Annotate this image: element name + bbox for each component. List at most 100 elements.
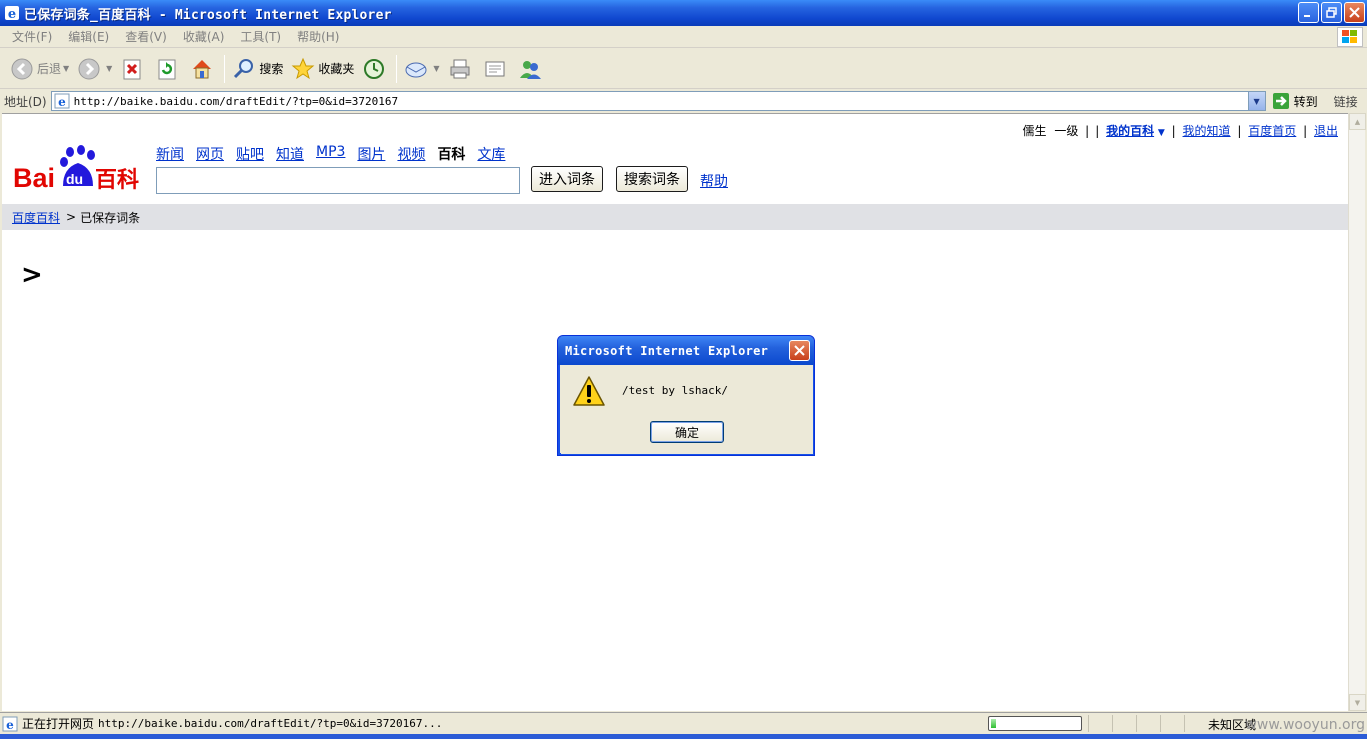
menu-edit[interactable]: 编辑(E) xyxy=(60,28,117,45)
print-button[interactable] xyxy=(444,53,479,85)
links-button[interactable]: 链接 xyxy=(1334,93,1358,110)
minimize-button[interactable] xyxy=(1298,2,1319,23)
edit-page-icon xyxy=(485,61,505,76)
dialog-title: Microsoft Internet Explorer xyxy=(565,343,769,358)
separator: | xyxy=(1095,124,1100,138)
back-arrow-icon xyxy=(11,58,33,79)
user-bar: 儒生 一级 | | 我的百科 ▼ | 我的知道 | 百度首页 | 退出 xyxy=(1022,122,1338,139)
vertical-scrollbar[interactable]: ▲ ▼ xyxy=(1348,113,1366,711)
search-button[interactable]: 搜索 xyxy=(228,53,287,85)
nav-baike-current: 百科 xyxy=(437,147,466,163)
mail-icon xyxy=(405,62,427,77)
nav-web[interactable]: 网页 xyxy=(196,144,224,164)
address-input[interactable]: e http://baike.baidu.com/draftEdit/?tp=0… xyxy=(50,91,1266,111)
restore-button[interactable] xyxy=(1321,2,1342,23)
favorites-button[interactable]: 收藏夹 xyxy=(287,53,358,85)
dialog-ok-button[interactable]: 确定 xyxy=(650,421,724,443)
window-title: 已保存词条_百度百科 - Microsoft Internet Explorer xyxy=(24,7,392,23)
nav-video[interactable]: 视频 xyxy=(397,144,425,164)
mail-dropdown-icon[interactable]: ▼ xyxy=(433,64,439,73)
nav-mp3[interactable]: MP3 xyxy=(316,144,345,164)
address-label: 地址(D) xyxy=(4,94,47,109)
nav-zhidao[interactable]: 知道 xyxy=(276,144,304,164)
breadcrumb-home[interactable]: 百度百科 xyxy=(12,209,60,226)
search-input[interactable] xyxy=(156,167,520,194)
separator: | xyxy=(1085,124,1090,138)
svg-text:e: e xyxy=(58,95,66,109)
messenger-button[interactable] xyxy=(514,53,549,85)
mail-button[interactable]: ▼ xyxy=(400,53,443,85)
home-button[interactable] xyxy=(186,53,221,85)
address-bar: 地址(D) e http://baike.baidu.com/draftEdit… xyxy=(0,90,1367,112)
menu-favorites[interactable]: 收藏(A) xyxy=(175,28,233,45)
status-pane xyxy=(1160,715,1182,732)
breadcrumb: 百度百科 > 已保存词条 xyxy=(2,204,1348,230)
svg-text:e: e xyxy=(6,718,14,732)
logo-bai: Bai xyxy=(13,163,55,192)
my-zhidao-link[interactable]: 我的知道 xyxy=(1183,124,1231,138)
dialog-body: /test by lshack/ 确定 xyxy=(561,365,813,454)
title-bar[interactable]: e 已保存词条_百度百科 - Microsoft Internet Explor… xyxy=(0,0,1367,26)
status-pane xyxy=(1112,715,1134,732)
edit-button[interactable] xyxy=(479,53,514,85)
ie-page-icon: e xyxy=(54,93,70,109)
nav-news[interactable]: 新闻 xyxy=(156,144,184,164)
printer-icon xyxy=(450,59,470,78)
ie-status-icon: e xyxy=(2,716,18,732)
scroll-down-icon[interactable]: ▼ xyxy=(1349,694,1366,711)
nav-images[interactable]: 图片 xyxy=(357,144,385,164)
separator: | xyxy=(1171,124,1176,138)
menu-help[interactable]: 帮助(H) xyxy=(289,28,347,45)
status-text: 正在打开网页 xyxy=(22,717,95,731)
refresh-button[interactable] xyxy=(151,53,186,85)
back-dropdown-icon[interactable]: ▼ xyxy=(63,64,69,73)
menu-bar: 文件(F) 编辑(E) 查看(V) 收藏(A) 工具(T) 帮助(H) xyxy=(0,26,1367,48)
status-pane xyxy=(1184,715,1206,732)
separator: | xyxy=(1303,124,1308,138)
menu-file[interactable]: 文件(F) xyxy=(4,28,60,45)
watermark: www.wooyun.org xyxy=(1245,717,1365,733)
stop-button[interactable] xyxy=(116,53,151,85)
svg-text:e: e xyxy=(8,7,16,21)
menu-view[interactable]: 查看(V) xyxy=(117,28,175,45)
nav-tieba[interactable]: 贴吧 xyxy=(236,144,264,164)
status-url: http://baike.baidu.com/draftEdit/?tp=0&i… xyxy=(98,717,443,730)
enter-entry-button[interactable]: 进入词条 xyxy=(531,166,603,192)
product-nav: 新闻 网页 贴吧 知道 MP3 图片 视频 百科 文库 xyxy=(156,144,505,164)
messenger-icon xyxy=(519,60,541,79)
forward-dropdown-icon[interactable]: ▼ xyxy=(106,64,112,73)
forward-button[interactable]: ▼ xyxy=(73,53,116,85)
go-button[interactable]: 转到 xyxy=(1272,92,1318,110)
user-name: 儒生 xyxy=(1022,124,1047,138)
go-arrow-icon xyxy=(1272,93,1289,109)
nav-wenku[interactable]: 文库 xyxy=(477,144,505,164)
forward-arrow-icon xyxy=(78,58,100,79)
menu-tools[interactable]: 工具(T) xyxy=(232,28,289,45)
dialog-title-bar[interactable]: Microsoft Internet Explorer xyxy=(558,336,814,365)
minimize-icon xyxy=(1304,15,1310,17)
search-label: 搜索 xyxy=(259,62,284,76)
history-button[interactable] xyxy=(358,53,393,85)
home-icon xyxy=(193,59,212,78)
search-entry-button[interactable]: 搜索词条 xyxy=(616,166,688,192)
toolbar: 后退 ▼ ▼ 搜索 收藏夹 ▼ xyxy=(0,49,1367,89)
dialog-close-button[interactable] xyxy=(789,340,810,361)
close-icon xyxy=(794,345,805,356)
stop-icon xyxy=(123,59,141,79)
close-button[interactable] xyxy=(1344,2,1365,23)
user-level: 一级 xyxy=(1054,124,1079,138)
logout-link[interactable]: 退出 xyxy=(1314,124,1338,138)
address-dropdown-icon[interactable]: ▼ xyxy=(1247,92,1265,110)
alert-dialog: Microsoft Internet Explorer /test by lsh… xyxy=(557,335,815,456)
history-icon xyxy=(364,58,385,79)
baidu-baike-logo[interactable]: Bai du 百科 xyxy=(11,144,147,192)
help-link[interactable]: 帮助 xyxy=(700,171,728,191)
my-baike-link[interactable]: 我的百科 xyxy=(1106,124,1154,138)
baidu-home-link[interactable]: 百度首页 xyxy=(1248,124,1296,138)
status-pane xyxy=(1088,715,1110,732)
separator: | xyxy=(1237,124,1242,138)
back-button[interactable]: 后退 ▼ xyxy=(6,53,73,85)
my-baike-dropdown-icon[interactable]: ▼ xyxy=(1158,128,1165,138)
scroll-up-icon[interactable]: ▲ xyxy=(1349,113,1366,130)
progress-fill xyxy=(991,719,997,728)
